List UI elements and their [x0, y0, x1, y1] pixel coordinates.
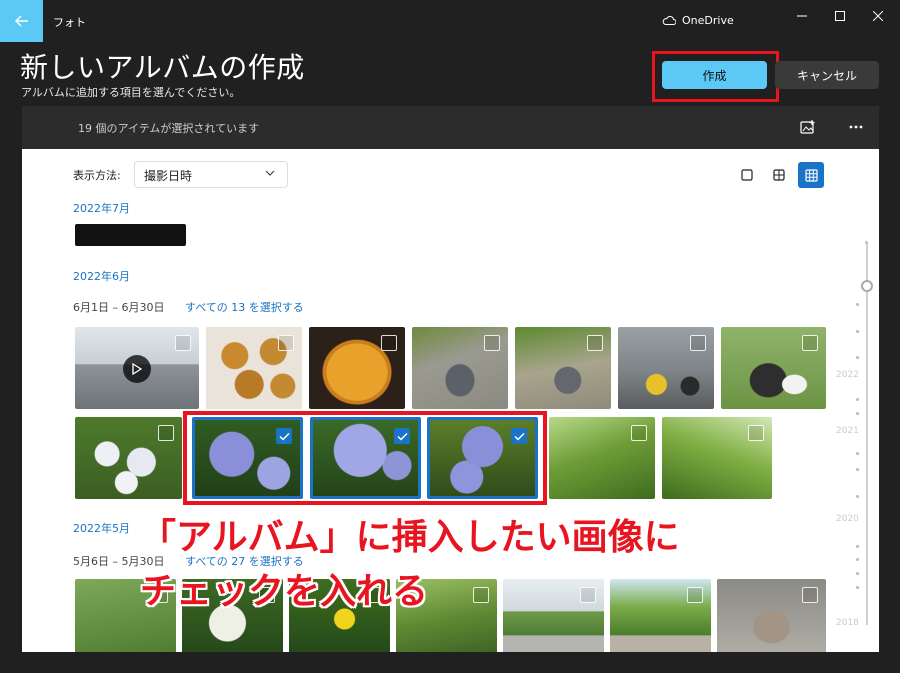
timeline-dot [856, 412, 859, 415]
back-button[interactable] [0, 0, 43, 42]
photo-thumbnail[interactable] [75, 224, 186, 246]
onedrive-label: OneDrive [682, 14, 734, 27]
selection-bar: 19 個のアイテムが選択されています [22, 106, 879, 149]
play-icon [123, 355, 151, 383]
photo-thumbnail[interactable] [610, 579, 711, 652]
checkbox[interactable] [580, 587, 596, 603]
add-to-album-button[interactable] [799, 118, 817, 136]
view-large-button[interactable] [734, 162, 760, 188]
checkbox[interactable] [278, 335, 294, 351]
checkbox[interactable] [381, 335, 397, 351]
month-heading-may: 2022年5月 [73, 522, 130, 535]
timeline-dot [856, 572, 859, 575]
minimize-button[interactable] [794, 8, 810, 24]
photo-thumbnail[interactable] [618, 327, 714, 409]
timeline-dot [856, 468, 859, 471]
onedrive-status[interactable]: OneDrive [662, 14, 734, 27]
timeline-dot [856, 398, 859, 401]
more-options-button[interactable] [847, 118, 865, 136]
timeline-dot [856, 586, 859, 589]
checkbox[interactable] [473, 587, 489, 603]
checkbox[interactable] [484, 335, 500, 351]
checkbox[interactable] [587, 335, 603, 351]
checkbox[interactable] [175, 335, 191, 351]
annotation-line-1: 「アルバム」に挿入したい画像に [140, 517, 680, 558]
timeline-year[interactable]: 2021 [836, 426, 859, 436]
checkbox[interactable] [687, 587, 703, 603]
app-title: フォト [53, 16, 86, 29]
date-range-june: 6月1日 – 6月30日 [73, 301, 165, 314]
video-thumbnail[interactable] [75, 327, 199, 409]
checkbox[interactable] [631, 425, 647, 441]
selection-highlight-box [183, 411, 547, 505]
grid-2x2-icon [773, 169, 785, 181]
timeline-dot [856, 356, 859, 359]
maximize-icon [835, 11, 845, 21]
timeline-dot [865, 241, 868, 244]
view-medium-button[interactable] [766, 162, 792, 188]
timeline-dot [856, 558, 859, 561]
photo-thumbnail[interactable] [717, 579, 826, 652]
photo-thumbnail[interactable] [721, 327, 826, 409]
month-heading-june: 2022年6月 [73, 270, 130, 283]
select-all-june-link[interactable]: すべての 13 を選択する [185, 299, 304, 315]
timeline-dot [856, 452, 859, 455]
image-add-icon [800, 120, 815, 134]
photo-thumbnail[interactable] [549, 417, 655, 499]
photo-thumbnail[interactable] [662, 417, 772, 499]
photo-thumbnail[interactable] [206, 327, 302, 409]
back-arrow-icon [14, 15, 28, 27]
sort-label: 表示方法: [73, 169, 121, 182]
timeline-year[interactable]: 2022 [836, 370, 859, 380]
timeline-thumb[interactable] [861, 280, 873, 292]
timeline-dot [856, 303, 859, 306]
checkbox[interactable] [802, 587, 818, 603]
cloud-icon [662, 16, 676, 25]
photo-thumbnail[interactable] [75, 417, 182, 499]
timeline-dot [856, 545, 859, 548]
minimize-icon [797, 15, 807, 17]
timeline-year[interactable]: 2018 [836, 618, 859, 628]
sort-dropdown[interactable]: 撮影日時 [134, 161, 288, 188]
timeline-scrubber[interactable] [866, 243, 868, 625]
square-view-icon [741, 169, 753, 181]
page-subtitle: アルバムに追加する項目を選んでください。 [21, 86, 241, 99]
grid-3x3-icon [804, 168, 818, 182]
timeline-dot [856, 495, 859, 498]
photo-thumbnail[interactable] [503, 579, 604, 652]
checkbox[interactable] [690, 335, 706, 351]
timeline-dot [856, 330, 859, 333]
timeline-year[interactable]: 2020 [836, 514, 859, 524]
sort-value: 撮影日時 [144, 169, 193, 183]
photo-thumbnail[interactable] [412, 327, 508, 409]
page-title: 新しいアルバムの作成 [20, 51, 305, 84]
month-heading-july: 2022年7月 [73, 202, 130, 215]
title-bar: フォト OneDrive [0, 0, 900, 42]
create-button[interactable]: 作成 [662, 61, 767, 89]
more-icon [849, 125, 863, 129]
photo-thumbnail[interactable] [309, 327, 405, 409]
chevron-down-icon [265, 168, 275, 179]
cancel-button[interactable]: キャンセル [775, 61, 879, 89]
checkbox[interactable] [158, 425, 174, 441]
checkbox[interactable] [748, 425, 764, 441]
photo-thumbnail[interactable] [515, 327, 611, 409]
checkbox[interactable] [802, 335, 818, 351]
close-icon [873, 11, 883, 21]
selection-count: 19 個のアイテムが選択されています [78, 122, 260, 135]
maximize-button[interactable] [832, 8, 848, 24]
view-small-button[interactable] [798, 162, 824, 188]
close-window-button[interactable] [870, 8, 886, 24]
annotation-line-2: チェックを入れる [140, 571, 429, 612]
